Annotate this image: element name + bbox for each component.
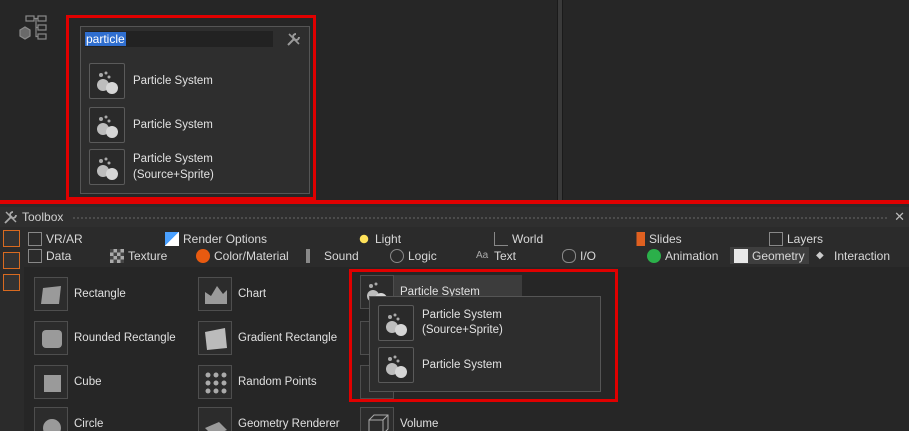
copy-view-icon[interactable] [3,230,20,247]
layers-icon [769,231,783,246]
graph-canvas-right[interactable] [563,0,909,203]
category-slides[interactable]: Slides [631,230,682,247]
sort-icon[interactable] [3,274,20,291]
toolbox-icon [4,211,17,224]
geometry-renderer-icon [198,407,232,431]
particle-system-icon [89,63,125,99]
logic-icon [390,248,404,263]
category-text[interactable]: Aa Text [476,247,516,264]
tool-cube[interactable]: Cube [34,365,102,399]
checker-icon [110,248,124,263]
tool-gradient-rectangle[interactable]: Gradient Rectangle [198,321,337,355]
particle-system-stack-icon [89,105,128,143]
search-result-label: Particle System (Source+Sprite) [133,153,214,181]
gradient-rectangle-icon [198,321,232,355]
category-texture[interactable]: Texture [110,247,167,264]
wrench-icon[interactable] [285,30,303,48]
rounded-rectangle-icon [34,321,68,355]
toolbox-side-bar [0,227,24,431]
random-points-icon [198,365,232,399]
category-world[interactable]: World [494,230,543,247]
cube-shape-icon [34,365,68,399]
category-vr-ar[interactable]: VR/AR [28,230,83,247]
rectangle-icon [34,277,68,311]
node-search-popup: particle Particle System Particle System… [80,26,310,194]
category-io[interactable]: I/O [562,247,596,264]
highlight-divider [0,200,909,204]
tool-rectangle[interactable]: Rectangle [34,277,126,311]
close-icon[interactable]: ✕ [894,209,905,225]
drag-handle[interactable] [72,216,889,220]
tool-rounded-rectangle[interactable]: Rounded Rectangle [34,321,176,355]
search-result-item[interactable]: Particle System [89,63,299,99]
category-sound[interactable]: Sound [306,247,359,264]
category-interaction[interactable]: ◆ Interaction [816,247,890,264]
search-result-item[interactable]: Particle System [89,105,299,143]
chart-icon [198,277,232,311]
toolbox-header[interactable]: Toolbox ✕ [0,207,909,227]
category-animation[interactable]: Animation [647,247,718,264]
tool-chart[interactable]: Chart [198,277,266,311]
category-bar: VR/AR Render Options Light World Slides … [24,227,909,267]
category-logic[interactable]: Logic [390,247,437,264]
color-ball-icon [196,248,210,263]
list-view-icon[interactable] [3,252,20,269]
category-render-options[interactable]: Render Options [165,230,267,247]
render-options-icon [165,231,179,246]
search-result-label: Particle System [133,75,213,87]
category-light[interactable]: Light [357,230,401,247]
world-axis-icon [494,231,508,246]
category-layers[interactable]: Layers [769,230,823,247]
interaction-arrows-icon: ◆ [816,249,824,261]
tool-random-points[interactable]: Random Points [198,365,317,399]
toolbox-title: Toolbox [22,210,64,224]
search-input[interactable]: particle [85,31,273,47]
submenu-highlight [349,269,618,402]
vr-icon [28,231,42,246]
category-geometry[interactable]: Geometry [730,247,809,264]
tool-geometry-renderer[interactable]: Geometry Renderer [198,407,340,431]
volume-cube-icon [360,407,394,431]
category-data[interactable]: Data [28,247,71,264]
text-icon: Aa [476,249,489,261]
search-result-item[interactable]: Particle System (Source+Sprite) [89,149,299,185]
mouse-icon [562,248,576,263]
slides-icon [631,231,645,246]
circle-icon [34,407,68,431]
speaker-icon [306,248,320,263]
search-result-label: Particle System [133,119,213,131]
tool-circle[interactable]: Circle [34,407,103,431]
node-hierarchy-icon[interactable] [16,14,50,48]
node-graph-area: particle Particle System Particle System… [0,0,909,204]
particle-system-sprite-icon [89,149,125,185]
tool-volume[interactable]: Volume [360,407,438,431]
data-icon [28,248,42,263]
lightbulb-icon [357,231,371,246]
cube-icon [734,248,748,263]
play-icon [647,248,661,263]
category-color-material[interactable]: Color/Material [196,247,289,264]
